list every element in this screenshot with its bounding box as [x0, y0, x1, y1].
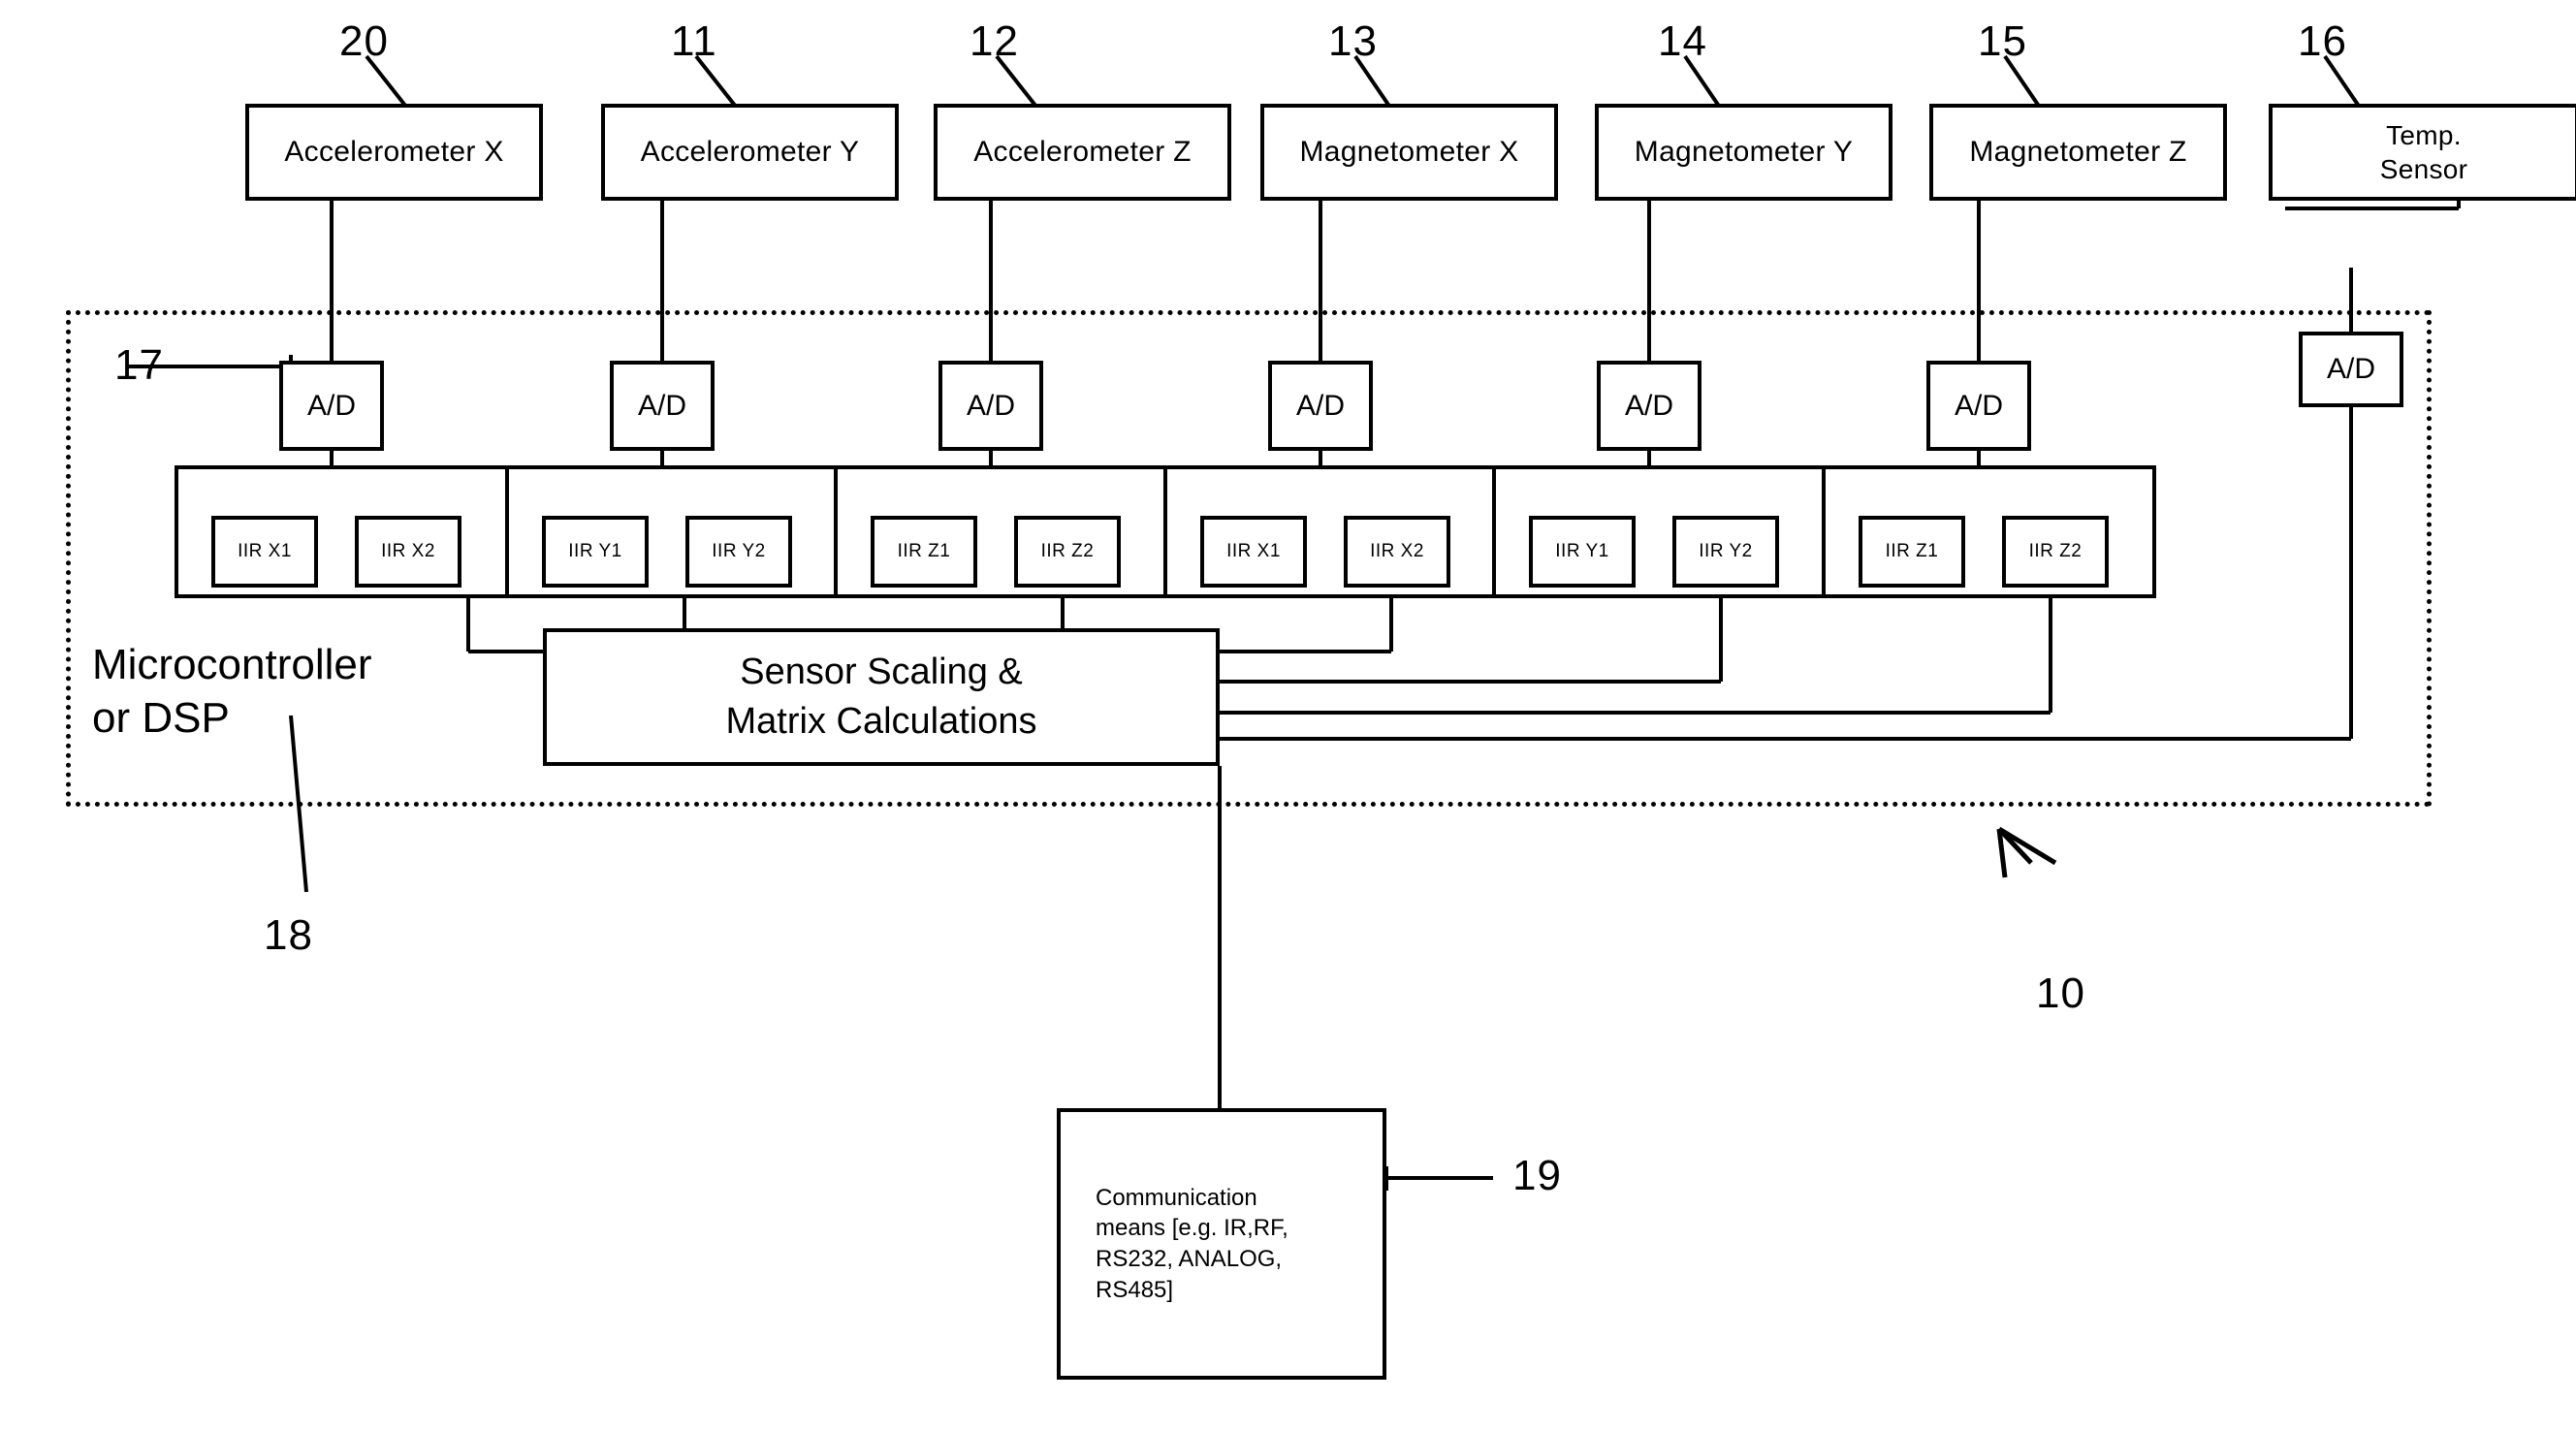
iir-label: IIR X2 — [1370, 541, 1424, 561]
ref-number-12: 12 — [970, 17, 1019, 65]
ad-converter-1[interactable]: A/D — [279, 361, 384, 451]
ad-label: A/D — [966, 389, 1015, 422]
ad-converter-5[interactable]: A/D — [1597, 361, 1701, 451]
communication-line1: Communication — [1096, 1184, 1257, 1211]
ad-label: A/D — [1624, 389, 1673, 422]
iir-filter-box[interactable]: IIR Z2 — [2002, 516, 2109, 588]
sensor-box-magnetometer-x[interactable]: Magnetometer X — [1260, 104, 1558, 201]
ref-number-13: 13 — [1328, 17, 1378, 65]
iir-filter-box[interactable]: IIR Z1 — [1859, 516, 1965, 588]
ref-number-14: 14 — [1658, 17, 1707, 65]
communication-line3: RS232, ANALOG, — [1096, 1246, 1283, 1272]
ad-converter-4[interactable]: A/D — [1268, 361, 1373, 451]
ref-10-arrow — [1996, 826, 2057, 878]
ref-number-10: 10 — [2036, 970, 2085, 1017]
sensor-box-accelerometer-z[interactable]: Accelerometer Z — [934, 104, 1231, 201]
ref-number-17: 17 — [114, 341, 164, 389]
iir-label: IIR X1 — [1226, 541, 1281, 561]
figure-canvas: 20 11 12 13 14 15 16 Accelerometer X Acc… — [0, 0, 2576, 1432]
sensor-scaling-line1: Sensor Scaling & — [740, 651, 1023, 692]
ad-converter-temperature[interactable]: A/D — [2299, 332, 2403, 407]
sensor-box-magnetometer-z[interactable]: Magnetometer Z — [1929, 104, 2227, 201]
iir-label: IIR Y2 — [712, 541, 766, 561]
ref-number-11: 11 — [671, 17, 717, 65]
communication-line2: means [e.g. IR,RF, — [1096, 1215, 1288, 1242]
iir-label: IIR Z1 — [1885, 541, 1939, 561]
iir-filter-box[interactable]: IIR Y1 — [1529, 516, 1636, 588]
sensor-label: Temp. Sensor — [2380, 118, 2468, 186]
iir-group-magnetometer-y: IIR Y1 IIR Y2 — [1492, 465, 1827, 598]
iir-group-accelerometer-y: IIR Y1 IIR Y2 — [505, 465, 840, 598]
communication-means-block[interactable]: Communication means [e.g. IR,RF, RS232, … — [1057, 1108, 1386, 1380]
iir-filter-box[interactable]: IIR Y2 — [1672, 516, 1779, 588]
iir-group-accelerometer-z: IIR Z1 IIR Z2 — [834, 465, 1168, 598]
microcontroller-label: Microcontroller or DSP — [92, 638, 372, 745]
iir-group-magnetometer-z: IIR Z1 IIR Z2 — [1822, 465, 2156, 598]
iir-filter-box[interactable]: IIR Z2 — [1014, 516, 1121, 588]
ad-label: A/D — [2326, 353, 2375, 386]
sensor-label-line2: Sensor — [2379, 154, 2468, 184]
sensor-scaling-block[interactable]: Sensor Scaling & Matrix Calculations — [543, 628, 1220, 766]
sensor-label: Accelerometer Z — [973, 136, 1192, 169]
iir-filter-box[interactable]: IIR X1 — [211, 516, 318, 588]
ref-number-16: 16 — [2298, 17, 2347, 65]
sensor-label: Magnetometer Y — [1634, 136, 1854, 169]
iir-label: IIR X1 — [238, 541, 292, 561]
sensor-box-temperature[interactable]: Temp. Sensor — [2269, 104, 2576, 201]
iir-label: IIR Z1 — [897, 541, 951, 561]
sensor-label: Accelerometer X — [284, 136, 504, 169]
sensor-scaling-label: Sensor Scaling & Matrix Calculations — [726, 648, 1037, 748]
iir-label: IIR X2 — [381, 541, 435, 561]
iir-filter-box[interactable]: IIR Y2 — [685, 516, 792, 588]
ad-converter-6[interactable]: A/D — [1926, 361, 2031, 451]
ad-label: A/D — [1954, 389, 2003, 422]
sensor-box-accelerometer-y[interactable]: Accelerometer Y — [601, 104, 899, 201]
iir-filter-box[interactable]: IIR X2 — [355, 516, 461, 588]
microcontroller-label-line2: or DSP — [92, 694, 230, 742]
ref-number-19: 19 — [1512, 1152, 1562, 1199]
communication-label: Communication means [e.g. IR,RF, RS232, … — [1096, 1183, 1288, 1306]
ad-converter-3[interactable]: A/D — [938, 361, 1043, 451]
iir-label: IIR Y1 — [568, 541, 622, 561]
sensor-label: Accelerometer Y — [640, 136, 860, 169]
ad-label: A/D — [637, 389, 686, 422]
iir-group-accelerometer-x: IIR X1 IIR X2 — [175, 465, 509, 598]
iir-label: IIR Y1 — [1555, 541, 1609, 561]
ref-number-18: 18 — [264, 911, 313, 959]
iir-label: IIR Z2 — [1040, 541, 1095, 561]
sensor-label-line1: Temp. — [2386, 120, 2462, 150]
iir-filter-box[interactable]: IIR X1 — [1200, 516, 1307, 588]
ad-label: A/D — [306, 389, 356, 422]
ref-number-20: 20 — [339, 17, 389, 65]
sensor-label: Magnetometer X — [1299, 136, 1519, 169]
sensor-box-magnetometer-y[interactable]: Magnetometer Y — [1595, 104, 1892, 201]
iir-filter-box[interactable]: IIR X2 — [1344, 516, 1450, 588]
sensor-label: Magnetometer Z — [1969, 136, 2187, 169]
ad-converter-2[interactable]: A/D — [610, 361, 715, 451]
iir-label: IIR Y2 — [1699, 541, 1753, 561]
ref-number-15: 15 — [1978, 17, 2027, 65]
iir-group-magnetometer-x: IIR X1 IIR X2 — [1163, 465, 1498, 598]
iir-filter-box[interactable]: IIR Y1 — [542, 516, 649, 588]
microcontroller-label-line1: Microcontroller — [92, 641, 372, 688]
ad-label: A/D — [1295, 389, 1345, 422]
iir-label: IIR Z2 — [2028, 541, 2083, 561]
sensor-scaling-line2: Matrix Calculations — [725, 701, 1037, 742]
iir-filter-box[interactable]: IIR Z1 — [871, 516, 977, 588]
sensor-box-accelerometer-x[interactable]: Accelerometer X — [245, 104, 543, 201]
communication-line4: RS485] — [1096, 1276, 1174, 1303]
